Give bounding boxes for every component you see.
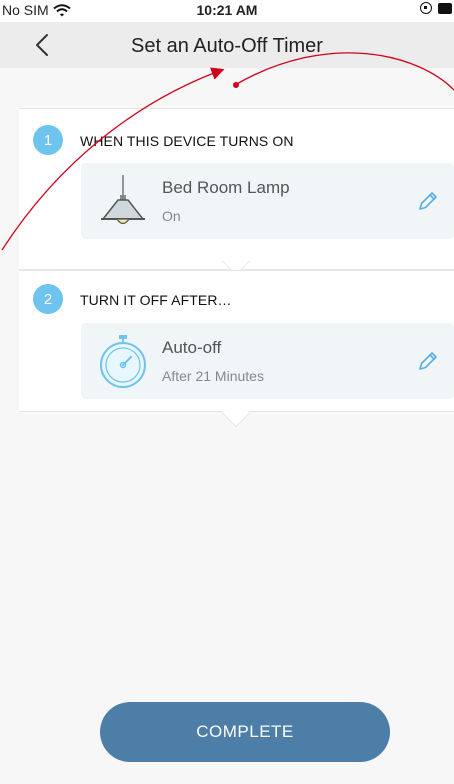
step-2-label: TURN IT OFF AFTER… bbox=[80, 292, 232, 308]
trigger-device-name: Bed Room Lamp bbox=[162, 178, 290, 197]
pencil-icon[interactable] bbox=[416, 349, 440, 373]
status-bar: No SIM 10:21 AM bbox=[0, 0, 454, 22]
step-2-card: 2 TURN IT OFF AFTER… Auto-off After 21 M… bbox=[19, 270, 454, 412]
auto-off-title: Auto-off bbox=[162, 338, 222, 357]
top-spacer bbox=[0, 68, 454, 108]
stopwatch-icon bbox=[100, 335, 146, 388]
step-1-number: 1 bbox=[33, 125, 63, 155]
navigation-bar: Set an Auto-Off Timer bbox=[0, 22, 454, 68]
rotation-lock-icon bbox=[420, 2, 432, 14]
page-title: Set an Auto-Off Timer bbox=[131, 35, 323, 57]
step-1-label: WHEN THIS DEVICE TURNS ON bbox=[80, 133, 294, 149]
pendant-lamp-icon bbox=[101, 175, 145, 225]
trigger-device-state: On bbox=[162, 208, 181, 224]
auto-off-item[interactable]: Auto-off After 21 Minutes bbox=[81, 323, 454, 399]
step-1-card: 1 WHEN THIS DEVICE TURNS ON Bed Room Lam… bbox=[19, 108, 454, 270]
status-time: 10:21 AM bbox=[196, 2, 258, 18]
battery-icon bbox=[438, 2, 452, 14]
auto-off-duration: After 21 Minutes bbox=[162, 368, 264, 384]
complete-button[interactable]: COMPLETE bbox=[100, 702, 390, 762]
status-right bbox=[420, 2, 452, 14]
trigger-device-item[interactable]: Bed Room Lamp On bbox=[81, 163, 454, 239]
step-2-number: 2 bbox=[33, 284, 63, 314]
pencil-icon[interactable] bbox=[416, 189, 440, 213]
